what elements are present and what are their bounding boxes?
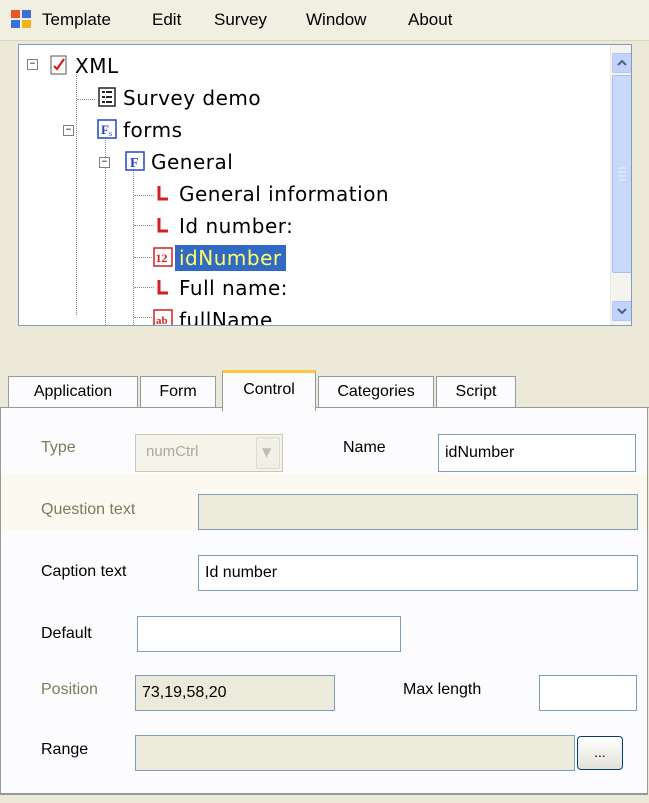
tree-node-general[interactable]: − F General	[19, 149, 319, 177]
tree-node-label: Survey demo	[123, 86, 262, 110]
survey-icon	[98, 87, 116, 107]
default-field[interactable]	[137, 616, 401, 652]
tab-application[interactable]: Application	[8, 376, 138, 407]
chevron-up-icon	[617, 59, 627, 66]
tree-node-xml[interactable]: − XML	[19, 53, 219, 81]
collapse-icon[interactable]: −	[63, 125, 74, 136]
collapse-icon[interactable]: −	[27, 59, 38, 70]
menu-edit[interactable]: Edit	[152, 9, 181, 31]
caption-text-label: Caption text	[41, 563, 127, 580]
tree-view[interactable]: − XML Survey demo − F s forms − F Genera…	[18, 44, 632, 326]
svg-text:F: F	[130, 156, 139, 171]
tree-node-full-name-label[interactable]: Full name:	[19, 275, 419, 303]
tree-node-label: forms	[123, 118, 183, 142]
label-icon	[157, 186, 168, 201]
tree-node-forms[interactable]: − F s forms	[19, 117, 319, 145]
question-text-field	[198, 494, 638, 530]
tab-strip: Application Form Control Categories Scri…	[0, 368, 649, 411]
max-length-field[interactable]	[539, 675, 637, 711]
position-field: 73,19,58,20	[135, 675, 335, 711]
menu-about[interactable]: About	[408, 9, 452, 31]
dropdown-button: ▼	[256, 437, 280, 469]
tab-control[interactable]: Control	[222, 370, 316, 411]
xml-document-icon	[50, 55, 67, 75]
text-control-icon: ab	[153, 309, 173, 325]
tab-categories[interactable]: Categories	[318, 376, 434, 407]
svg-text:F: F	[101, 122, 109, 137]
app-icon	[11, 10, 31, 28]
range-label: Range	[41, 741, 89, 758]
chevron-down-icon: ▼	[262, 445, 272, 459]
collapse-icon[interactable]: −	[99, 157, 110, 168]
tree-node-id-number-label[interactable]: Id number:	[19, 213, 419, 241]
svg-text:s: s	[109, 129, 112, 138]
tree-node-idnumber[interactable]: 12 idNumber	[19, 245, 419, 273]
default-label: Default	[41, 625, 92, 642]
menu-window[interactable]: Window	[306, 9, 366, 31]
label-icon	[157, 280, 168, 295]
svg-text:12: 12	[156, 251, 168, 265]
type-select-value: numCtrl	[146, 443, 199, 460]
tab-form[interactable]: Form	[140, 376, 216, 407]
menu-bar: Template Edit Survey Window About	[0, 0, 649, 41]
position-label: Position	[41, 681, 98, 698]
form-icon: F	[125, 151, 145, 171]
menu-template[interactable]: Template	[42, 9, 111, 31]
tab-script[interactable]: Script	[436, 376, 516, 407]
scroll-thumb[interactable]	[612, 75, 631, 273]
question-text-label: Question text	[41, 501, 136, 518]
tree-node-label: General information	[179, 182, 390, 206]
tree-node-label: XML	[75, 54, 119, 78]
svg-text:ab: ab	[156, 315, 168, 325]
caption-text-field[interactable]: Id number	[198, 555, 638, 591]
name-field[interactable]: idNumber	[438, 434, 636, 472]
range-browse-button[interactable]: ...	[577, 736, 623, 770]
chevron-down-icon	[617, 308, 627, 315]
tree-node-label: Id number:	[179, 214, 294, 238]
forms-icon: F s	[97, 119, 117, 139]
max-length-label: Max length	[403, 681, 482, 698]
type-select: numCtrl ▼	[135, 434, 283, 472]
label-icon	[157, 218, 168, 233]
tree-node-label: fullName	[179, 308, 273, 325]
tree-node-survey-demo[interactable]: Survey demo	[19, 85, 319, 113]
name-label: Name	[343, 439, 386, 456]
tree-node-label-selected: idNumber	[175, 245, 286, 271]
menu-survey[interactable]: Survey	[214, 9, 267, 31]
tree-node-fullname[interactable]: ab fullName	[19, 307, 419, 325]
scroll-up-button[interactable]	[612, 53, 631, 73]
numeric-control-icon: 12	[153, 247, 173, 267]
scroll-down-button[interactable]	[612, 301, 631, 321]
control-properties-panel: Type numCtrl ▼ Name idNumber Question te…	[0, 408, 648, 795]
range-field	[135, 735, 575, 771]
splitter[interactable]	[0, 326, 649, 370]
tree-node-general-information[interactable]: General information	[19, 181, 519, 209]
tree-scrollbar[interactable]	[610, 45, 631, 325]
tree-node-label: Full name:	[179, 276, 289, 300]
tree-node-label: General	[151, 150, 234, 174]
type-label: Type	[41, 439, 76, 456]
